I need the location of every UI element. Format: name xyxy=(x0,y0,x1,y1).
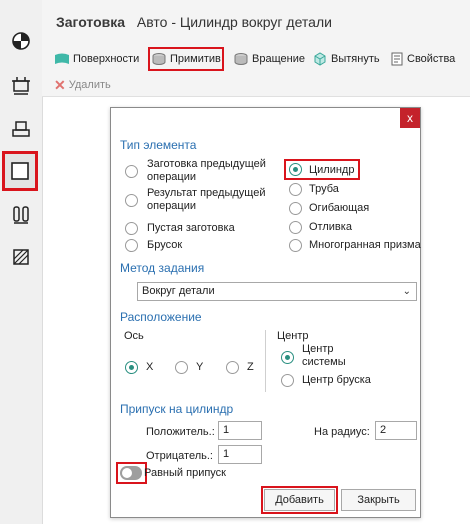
close-icon[interactable]: x xyxy=(400,108,420,128)
radio-tube[interactable] xyxy=(289,183,302,196)
option-empty-workpiece-label: Пустая заготовка xyxy=(147,222,235,234)
element-type-heading: Тип элемента xyxy=(120,138,197,152)
option-casting-label: Отливка xyxy=(309,221,352,233)
properties-icon xyxy=(391,52,403,66)
equal-allowance-toggle[interactable] xyxy=(120,466,142,480)
radio-center-block[interactable] xyxy=(281,374,294,387)
page-title: Заготовка xyxy=(56,14,126,30)
location-divider xyxy=(265,330,266,392)
radius-allowance-label: На радиус: xyxy=(314,426,370,438)
properties-button[interactable]: Свойства xyxy=(390,50,455,68)
primitive-dialog: x Тип элемента Заготовка предыдущей опер… xyxy=(110,107,421,518)
option-prev-workpiece-label: Заготовка предыдущей операции xyxy=(147,158,266,183)
negative-allowance-input[interactable]: 1 xyxy=(218,445,262,464)
surfaces-icon xyxy=(55,53,69,64)
workpiece-hatch-icon[interactable] xyxy=(6,242,36,272)
equal-allowance-label: Равный припуск xyxy=(144,467,226,479)
radio-block[interactable] xyxy=(125,239,138,252)
radio-envelope[interactable] xyxy=(289,202,302,215)
radio-axis-z[interactable] xyxy=(226,361,239,374)
rotation-button[interactable]: Вращение xyxy=(233,50,305,68)
radio-center-system[interactable] xyxy=(281,351,294,364)
location-heading: Расположение xyxy=(120,310,202,324)
allowance-heading: Припуск на цилиндр xyxy=(120,402,234,416)
radio-cylinder[interactable] xyxy=(289,163,302,176)
delete-button[interactable]: ✕ Удалить xyxy=(54,76,111,94)
workpiece-frame-icon[interactable] xyxy=(6,70,36,100)
workpiece-tool-icon[interactable] xyxy=(6,200,36,230)
center-block-label: Центр бруска xyxy=(302,374,371,386)
radio-casting[interactable] xyxy=(289,221,302,234)
method-heading: Метод задания xyxy=(120,261,205,275)
positive-allowance-input[interactable]: 1 xyxy=(218,421,262,440)
header: Заготовка Авто - Цилиндр вокруг детали П… xyxy=(42,0,470,97)
axis-x-label: X xyxy=(146,361,154,373)
title-row: Заготовка Авто - Цилиндр вокруг детали xyxy=(56,14,332,30)
axis-z-label: Z xyxy=(247,361,254,373)
chevron-down-icon: ⌄ xyxy=(402,286,411,297)
option-envelope-label: Огибающая xyxy=(309,202,370,214)
workpiece-sphere-icon[interactable] xyxy=(6,26,36,56)
surfaces-label: Поверхности xyxy=(73,53,140,65)
primitive-label: Примитив xyxy=(170,53,221,65)
negative-allowance-label: Отрицатель.: xyxy=(146,450,213,462)
delete-label: Удалить xyxy=(68,79,111,91)
properties-label: Свойства xyxy=(407,53,456,65)
axis-y-label: Y xyxy=(196,361,204,373)
axis-label: Ось xyxy=(124,330,144,342)
center-system-label: Центр системы xyxy=(302,343,346,368)
page-subtitle: Авто - Цилиндр вокруг детали xyxy=(136,14,332,30)
radio-empty-workpiece[interactable] xyxy=(125,222,138,235)
center-label: Центр xyxy=(277,330,309,342)
primitive-icon xyxy=(152,53,166,65)
option-cylinder-label: Цилиндр xyxy=(309,164,355,176)
rotation-label: Вращение xyxy=(252,53,305,65)
rotation-icon xyxy=(234,53,248,65)
radio-prism[interactable] xyxy=(289,239,302,252)
surfaces-button[interactable]: Поверхности xyxy=(54,50,139,68)
workpiece-block-icon[interactable] xyxy=(6,114,36,144)
left-toolbar xyxy=(0,0,43,524)
radio-axis-x[interactable] xyxy=(125,361,138,374)
option-block-label: Брусок xyxy=(147,239,183,251)
extrude-button[interactable]: Вытянуть xyxy=(312,50,380,68)
option-prism-label: Многогранная призма xyxy=(309,239,421,251)
extrude-label: Вытянуть xyxy=(331,53,380,65)
option-tube-label: Труба xyxy=(309,183,339,195)
workpiece-square-icon[interactable] xyxy=(2,151,38,191)
radio-axis-y[interactable] xyxy=(175,361,188,374)
close-button[interactable]: Закрыть xyxy=(341,489,416,511)
method-select-value: Вокруг детали xyxy=(142,285,215,297)
option-prev-result-label: Результат предыдущей операции xyxy=(147,187,266,212)
add-button[interactable]: Добавить xyxy=(264,489,335,511)
delete-icon: ✕ xyxy=(54,76,66,93)
extrude-icon xyxy=(314,52,326,66)
primitive-button[interactable]: Примитив xyxy=(148,47,224,71)
radius-allowance-input[interactable]: 2 xyxy=(375,421,417,440)
positive-allowance-label: Положитель.: xyxy=(146,426,215,438)
radio-prev-workpiece[interactable] xyxy=(125,165,138,178)
method-select[interactable]: Вокруг детали ⌄ xyxy=(137,282,417,301)
radio-prev-result[interactable] xyxy=(125,194,138,207)
